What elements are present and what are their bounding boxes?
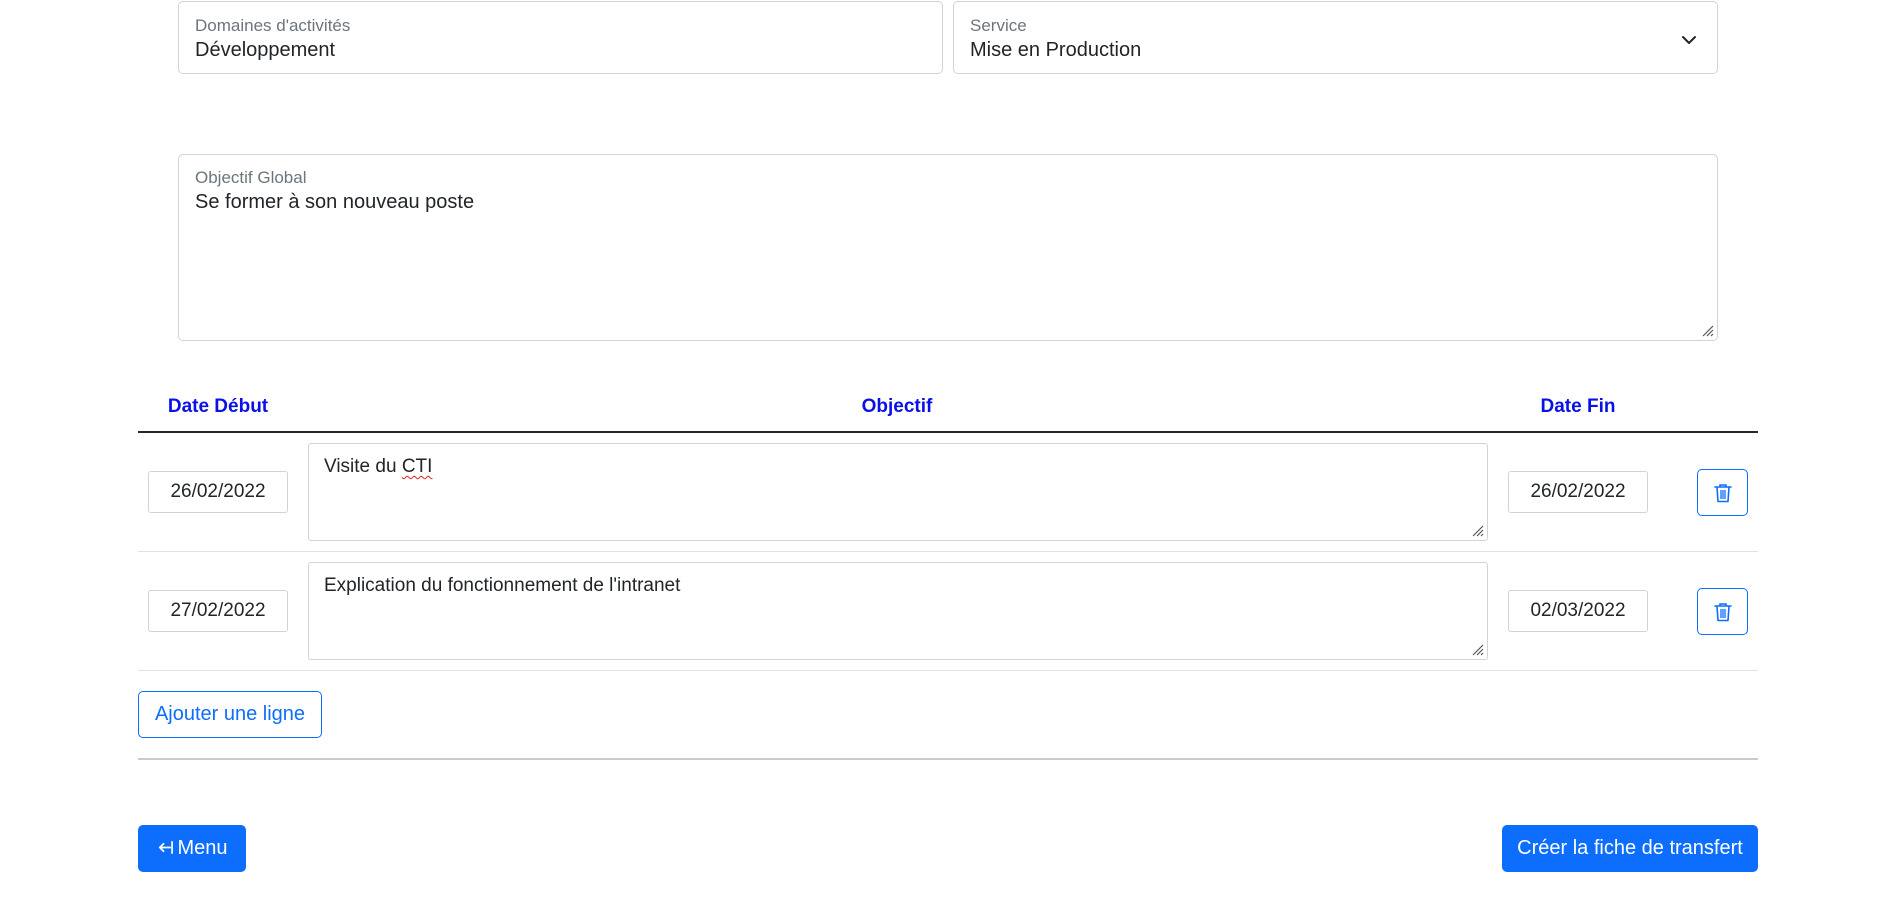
service-select[interactable]: Service Mise en Production — [953, 1, 1718, 74]
trash-icon — [1713, 602, 1732, 621]
header-start-date: Date Début — [167, 396, 269, 417]
create-transfer-sheet-button[interactable]: Créer la fiche de transfert — [1502, 825, 1758, 872]
section-divider — [138, 758, 1758, 760]
start-date-input[interactable]: 27/02/2022 — [148, 590, 288, 632]
global-objective-label: Objectif Global — [195, 168, 307, 187]
menu-label: Menu — [177, 837, 228, 859]
service-select-label: Service — [970, 16, 1027, 35]
create-transfer-sheet-label: Créer la fiche de transfert — [1517, 837, 1743, 859]
resize-grip-icon[interactable] — [1470, 523, 1484, 537]
delete-row-button[interactable] — [1697, 469, 1748, 516]
objective-input[interactable]: Visite du CTI — [308, 443, 1488, 541]
resize-grip-icon[interactable] — [1470, 642, 1484, 656]
global-objective-value: Se former à son nouveau poste — [195, 191, 475, 213]
delete-row-button[interactable] — [1697, 588, 1748, 635]
resize-grip-icon[interactable] — [1700, 323, 1714, 337]
header-objective: Objectif — [861, 396, 933, 417]
objective-text: Visite du CTI — [324, 456, 433, 477]
row-divider — [138, 551, 1758, 552]
end-date-input[interactable]: 02/03/2022 — [1508, 590, 1648, 632]
row-divider — [138, 670, 1758, 671]
add-row-label: Ajouter une ligne — [154, 703, 306, 725]
header-divider — [138, 431, 1758, 433]
domain-field[interactable]: Domaines d'activités Développement — [178, 1, 943, 74]
menu-button[interactable]: Menu — [138, 825, 246, 872]
add-row-button[interactable]: Ajouter une ligne — [138, 691, 322, 738]
end-date-input[interactable]: 26/02/2022 — [1508, 471, 1648, 513]
domain-field-label: Domaines d'activités — [195, 16, 351, 35]
chevron-down-icon — [1682, 36, 1696, 44]
start-date-input[interactable]: 26/02/2022 — [148, 471, 288, 513]
arrow-left-to-bar-icon — [159, 840, 174, 855]
global-objective-field[interactable]: Objectif Global Se former à son nouveau … — [178, 154, 1718, 341]
domain-field-value: Développement — [195, 39, 336, 61]
objective-text: Explication du fonctionnement de l'intra… — [324, 575, 681, 596]
header-end-date: Date Fin — [1540, 396, 1616, 417]
service-select-value: Mise en Production — [970, 39, 1142, 61]
objective-input[interactable]: Explication du fonctionnement de l'intra… — [308, 562, 1488, 660]
trash-icon — [1713, 483, 1732, 502]
